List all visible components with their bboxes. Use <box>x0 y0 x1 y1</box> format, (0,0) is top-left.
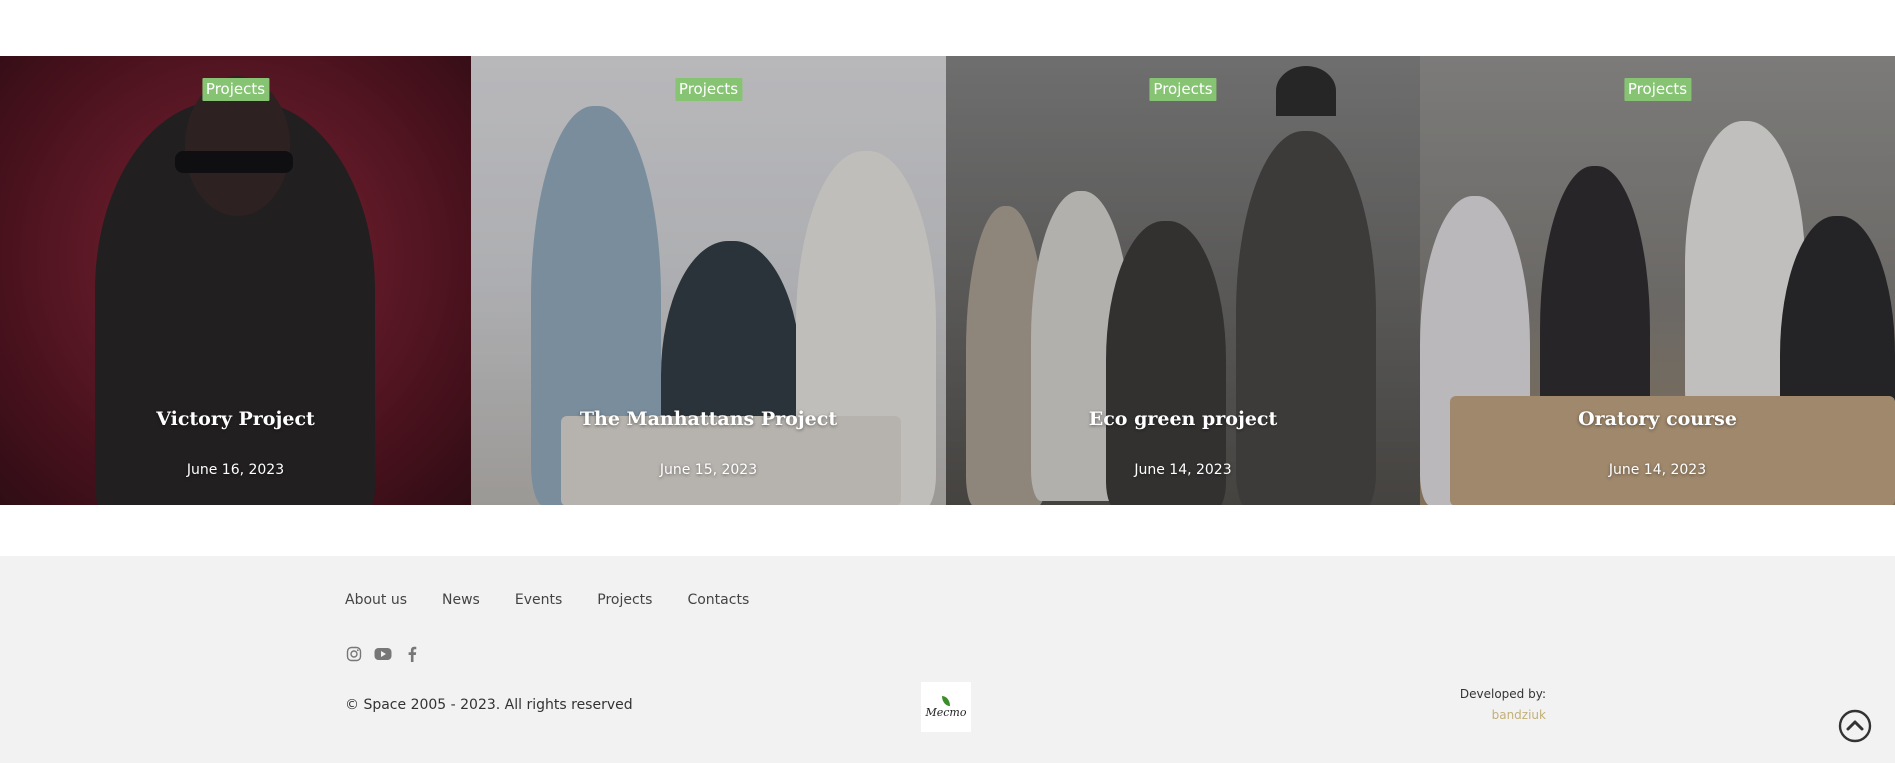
card-title[interactable]: Oratory course <box>1420 408 1895 430</box>
footer-nav: About us News Events Projects Contacts <box>345 592 784 608</box>
logo-text: Mecmo <box>925 705 967 719</box>
developed-by-label: Developed by: <box>1459 687 1546 701</box>
facebook-icon[interactable] <box>403 645 421 663</box>
card-date: June 16, 2023 <box>186 462 285 478</box>
footer-link-contacts[interactable]: Contacts <box>687 592 749 608</box>
category-badge[interactable]: Projects <box>201 78 270 101</box>
category-badge[interactable]: Projects <box>674 78 743 101</box>
card-date: June 14, 2023 <box>1134 462 1232 478</box>
footer-link-projects[interactable]: Projects <box>597 592 652 608</box>
footer-link-news[interactable]: News <box>442 592 480 608</box>
leaf-icon <box>942 695 950 706</box>
card-title[interactable]: Eco green project <box>946 408 1420 430</box>
project-card[interactable]: Projects Oratory course June 14, 2023 <box>1420 56 1895 505</box>
project-card[interactable]: Projects Victory Project June 16, 2023 <box>0 56 471 505</box>
copyright-text: © Space 2005 - 2023. All rights reserved <box>345 697 633 713</box>
developer-credit: Developed by: bandziuk <box>1460 687 1546 722</box>
social-links <box>345 645 432 663</box>
instagram-icon[interactable] <box>345 645 363 663</box>
footer-link-events[interactable]: Events <box>515 592 562 608</box>
projects-carousel: Projects Victory Project June 16, 2023 P… <box>0 56 1895 505</box>
card-title[interactable]: Victory Project <box>0 408 471 430</box>
developer-link[interactable]: bandziuk <box>1460 708 1546 722</box>
partner-logo[interactable]: Mecmo <box>921 682 971 732</box>
card-date: June 15, 2023 <box>659 462 758 478</box>
youtube-icon[interactable] <box>374 645 392 663</box>
chevron-up-icon <box>1838 709 1872 743</box>
card-date: June 14, 2023 <box>1608 462 1707 478</box>
category-badge[interactable]: Projects <box>1149 78 1217 101</box>
footer-link-about-us[interactable]: About us <box>345 592 407 608</box>
project-card[interactable]: Projects The Manhattans Project June 15,… <box>471 56 946 505</box>
scroll-to-top-button[interactable] <box>1838 709 1872 743</box>
project-card[interactable]: Projects Eco green project June 14, 2023 <box>946 56 1420 505</box>
site-footer: About us News Events Projects Contacts ©… <box>0 556 1895 763</box>
card-title[interactable]: The Manhattans Project <box>471 408 946 430</box>
category-badge[interactable]: Projects <box>1623 78 1692 101</box>
